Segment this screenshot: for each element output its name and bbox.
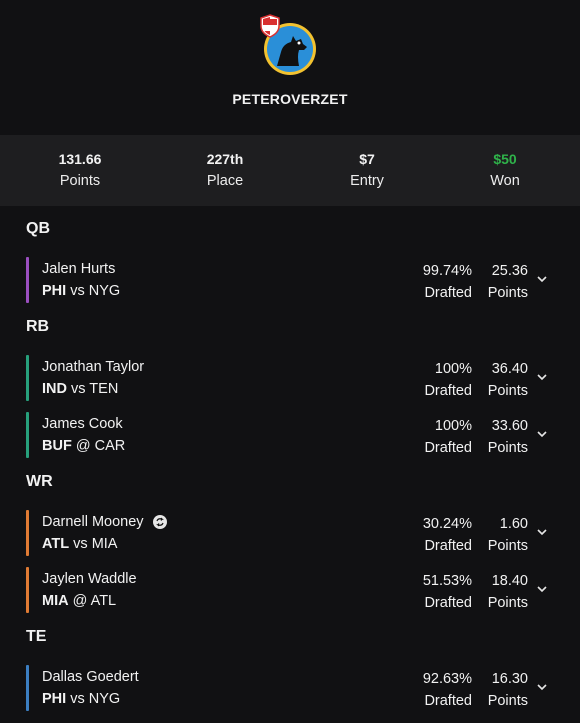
stat-entry-value: $7 — [359, 151, 375, 167]
position-bar — [26, 665, 29, 711]
position-bar — [26, 412, 29, 458]
swap-icon[interactable] — [152, 515, 167, 529]
player-game: PHI vs NYG — [42, 691, 121, 707]
position-bar — [26, 355, 29, 401]
drafted-label: Drafted — [424, 440, 472, 456]
profile-header: PETEROVERZET — [0, 0, 580, 135]
drafted-label: Drafted — [424, 595, 472, 611]
stat-won: $50 Won — [450, 150, 560, 191]
drafted-column: 99.74% Drafted — [423, 260, 472, 304]
section-title-wr: WR — [26, 473, 53, 490]
player-game: PHI vs NYG — [42, 283, 121, 299]
drafted-label: Drafted — [424, 383, 472, 399]
drafted-column: 51.53% Drafted — [423, 570, 472, 614]
drafted-column: 100% Drafted — [424, 415, 472, 459]
points-value: 18.40 — [491, 573, 528, 589]
chevron-down-icon[interactable] — [536, 526, 548, 538]
shield-icon — [260, 14, 280, 38]
chevron-down-icon[interactable] — [536, 273, 548, 285]
position-bar — [26, 510, 29, 556]
player-name: Dallas Goedert — [42, 669, 139, 685]
position-bar — [26, 257, 29, 303]
drafted-value: 51.53% — [422, 573, 472, 589]
stat-points-value: 131.66 — [58, 151, 102, 167]
points-label: Points — [487, 693, 528, 709]
stat-entry-label: Entry — [350, 173, 384, 189]
username: PETEROVERZET — [232, 91, 348, 107]
drafted-value: 30.24% — [422, 516, 472, 532]
player-row[interactable]: Jonathan Taylor IND vs TEN 100% Drafted 3… — [26, 355, 556, 401]
stat-place-label: Place — [206, 173, 244, 189]
player-row[interactable]: Darnell Mooney ATL vs MIA 30.24% Drafted … — [26, 510, 556, 556]
points-column: 18.40 Points — [488, 570, 528, 614]
player-name: Jonathan Taylor — [42, 359, 145, 375]
points-label: Points — [487, 595, 528, 611]
drafted-value: 92.63% — [422, 671, 472, 687]
player-game: IND vs TEN — [42, 381, 119, 397]
drafted-label: Drafted — [424, 693, 472, 709]
points-column: 16.30 Points — [488, 668, 528, 712]
stat-entry: $7 Entry — [312, 150, 422, 191]
points-label: Points — [487, 383, 528, 399]
section-title-te: TE — [26, 628, 47, 645]
player-game: MIA @ ATL — [42, 593, 117, 609]
points-value: 36.40 — [491, 361, 528, 377]
drafted-value: 99.74% — [422, 263, 472, 279]
points-value: 16.30 — [491, 671, 528, 687]
points-label: Points — [487, 538, 528, 554]
drafted-label: Drafted — [424, 538, 472, 554]
chevron-down-icon[interactable] — [536, 371, 548, 383]
points-value: 1.60 — [499, 516, 528, 532]
player-name: Jaylen Waddle — [42, 571, 137, 587]
position-bar — [26, 567, 29, 613]
player-row[interactable]: Dallas Goedert PHI vs NYG 92.63% Drafted … — [26, 665, 556, 711]
points-value: 25.36 — [491, 263, 528, 279]
stat-points-label: Points — [59, 173, 101, 189]
section-title-rb: RB — [26, 318, 50, 335]
stat-won-value: $50 — [493, 151, 517, 167]
player-row[interactable]: Jaylen Waddle MIA @ ATL 51.53% Drafted 18… — [26, 567, 556, 613]
chevron-down-icon[interactable] — [536, 681, 548, 693]
player-row[interactable]: James Cook BUF @ CAR 100% Drafted 33.60 Po… — [26, 412, 556, 458]
drafted-column: 100% Drafted — [424, 358, 472, 402]
stats-bar: 131.66 Points 227th Place $7 Entry $50 W… — [0, 135, 580, 206]
player-game: BUF @ CAR — [42, 438, 126, 454]
player-name: Jalen Hurts — [42, 261, 116, 277]
player-name: Darnell Mooney — [42, 513, 167, 531]
chevron-down-icon[interactable] — [536, 428, 548, 440]
stat-place: 227th Place — [170, 150, 280, 191]
section-title-qb: QB — [26, 220, 50, 237]
drafted-column: 92.63% Drafted — [423, 668, 472, 712]
chevron-down-icon[interactable] — [536, 583, 548, 595]
drafted-value: 100% — [434, 418, 472, 434]
stat-won-label: Won — [490, 173, 520, 189]
points-column: 36.40 Points — [488, 358, 528, 402]
player-name: James Cook — [42, 416, 123, 432]
player-row[interactable]: Jalen Hurts PHI vs NYG 99.74% Drafted 25.… — [26, 257, 556, 303]
drafted-value: 100% — [434, 361, 472, 377]
drafted-label: Drafted — [424, 285, 472, 301]
points-label: Points — [487, 285, 528, 301]
points-column: 25.36 Points — [488, 260, 528, 304]
points-column: 1.60 Points — [488, 513, 528, 557]
stat-points: 131.66 Points — [25, 150, 135, 191]
stat-place-value: 227th — [206, 151, 244, 167]
player-game: ATL vs MIA — [42, 536, 118, 552]
points-value: 33.60 — [491, 418, 528, 434]
points-label: Points — [487, 440, 528, 456]
points-column: 33.60 Points — [488, 415, 528, 459]
drafted-column: 30.24% Drafted — [423, 513, 472, 557]
